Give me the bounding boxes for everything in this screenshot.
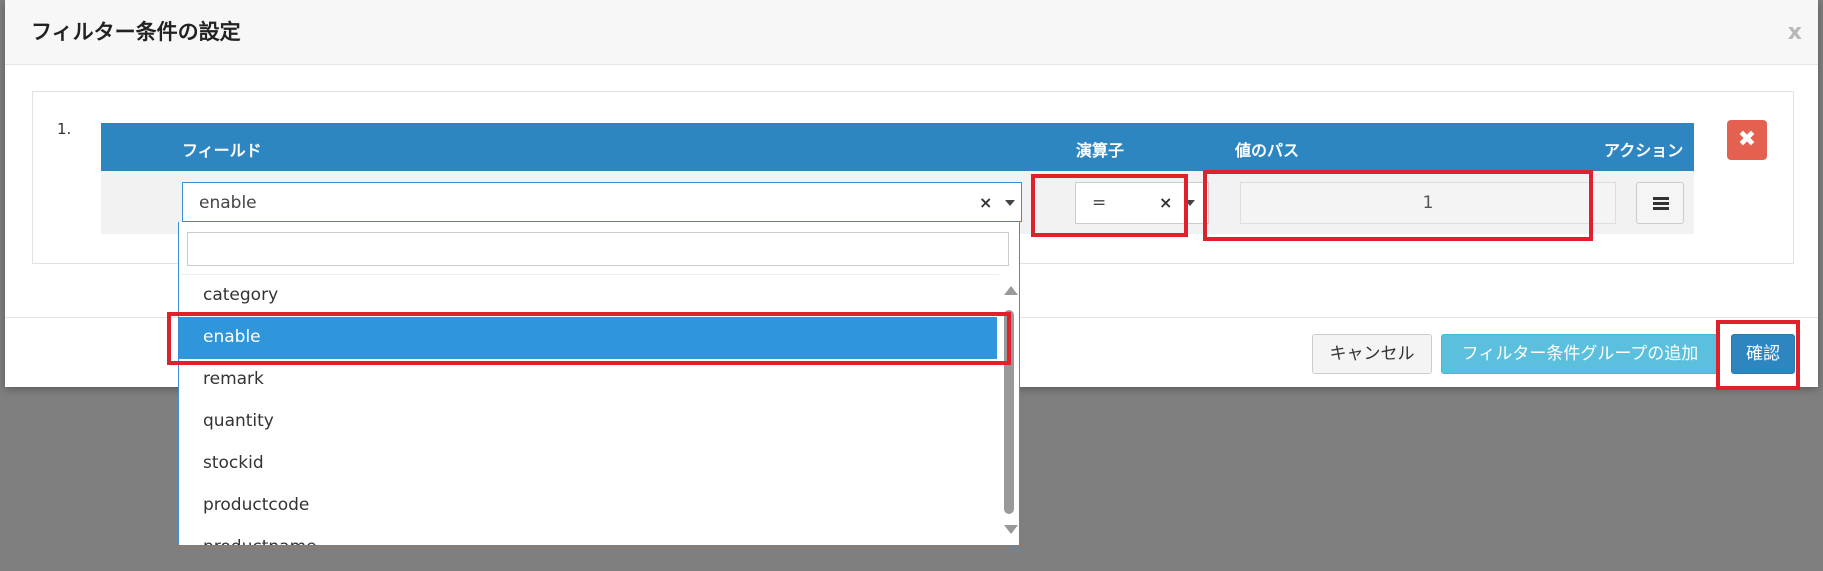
dropdown-option[interactable]: category <box>179 275 997 317</box>
field-dropdown: category enable remark quantity stockid … <box>178 222 1020 546</box>
dropdown-option[interactable]: quantity <box>179 401 997 443</box>
condition-grid-header: フィールド 演算子 値のパス アクション <box>101 123 1694 171</box>
confirm-button[interactable]: 確認 <box>1731 334 1795 374</box>
dropdown-option[interactable]: remark <box>179 359 997 401</box>
row-number: 1. <box>57 120 72 138</box>
header-action: アクション <box>1604 141 1684 160</box>
clear-icon[interactable]: × <box>979 193 992 212</box>
operator-select[interactable]: = × <box>1075 182 1209 224</box>
scroll-down-icon[interactable] <box>1004 525 1018 534</box>
dropdown-option-selected[interactable]: enable <box>179 317 997 359</box>
dialog-title: フィルター条件の設定 <box>31 20 241 44</box>
value-path-input[interactable]: 1 <box>1240 182 1616 224</box>
clear-icon[interactable]: × <box>1159 193 1172 212</box>
scroll-up-icon[interactable] <box>1004 286 1018 295</box>
add-filter-group-button[interactable]: フィルター条件グループの追加 <box>1441 334 1719 374</box>
dropdown-option[interactable]: productname <box>179 527 997 545</box>
delete-condition-button[interactable]: ✖ <box>1727 120 1767 160</box>
dialog-header: フィルター条件の設定 x <box>5 0 1818 65</box>
field-select-value: enable <box>199 193 257 213</box>
dropdown-scrollbar[interactable] <box>999 274 1019 545</box>
scroll-thumb[interactable] <box>1004 310 1014 514</box>
dropdown-option[interactable]: stockid <box>179 443 997 485</box>
header-value-path: 値のパス <box>1235 141 1300 160</box>
chevron-down-icon[interactable] <box>1005 200 1015 206</box>
cancel-button[interactable]: キャンセル <box>1312 334 1432 374</box>
dropdown-list: category enable remark quantity stockid … <box>179 274 999 545</box>
header-field: フィールド <box>182 141 262 160</box>
close-icon[interactable]: x <box>1788 20 1802 45</box>
action-menu-button[interactable] <box>1636 182 1684 224</box>
operator-select-value: = <box>1092 193 1107 213</box>
dropdown-option[interactable]: productcode <box>179 485 997 527</box>
dropdown-search-input[interactable] <box>187 232 1009 266</box>
field-select[interactable]: enable × <box>182 182 1022 222</box>
chevron-down-icon[interactable] <box>1185 200 1195 206</box>
header-operator: 演算子 <box>1076 141 1125 160</box>
hamburger-icon <box>1653 197 1669 200</box>
